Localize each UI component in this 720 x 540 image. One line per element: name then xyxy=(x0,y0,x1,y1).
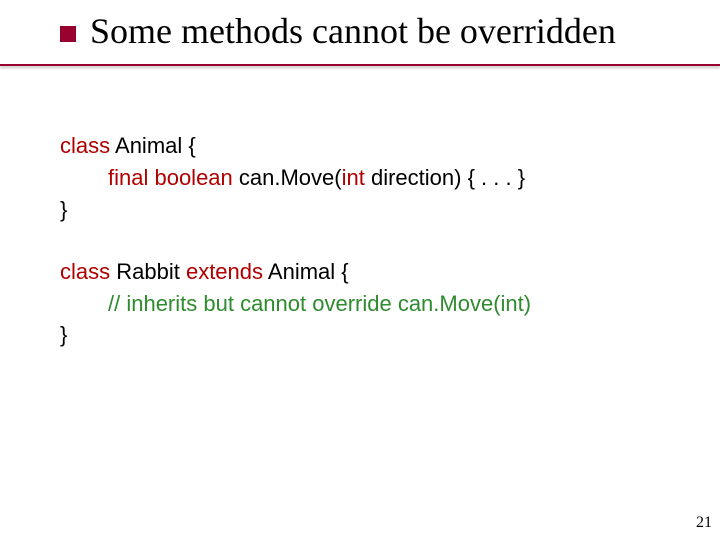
keyword-class: class xyxy=(60,133,110,158)
slide-body: class Animal { final boolean can.Move(in… xyxy=(60,130,680,381)
title-bullet-icon xyxy=(60,26,76,42)
code-text: direction) { . . . } xyxy=(365,165,525,190)
code-text: Animal { xyxy=(263,259,349,284)
title-underline xyxy=(0,64,720,66)
code-line: class Animal { xyxy=(60,130,680,162)
code-block-animal: class Animal { final boolean can.Move(in… xyxy=(60,130,680,226)
keyword-extends: extends xyxy=(186,259,263,284)
slide: Some methods cannot be overridden class … xyxy=(0,0,720,540)
keyword-int: int xyxy=(342,165,365,190)
keyword-class: class xyxy=(60,259,110,284)
page-number: 21 xyxy=(696,514,712,532)
code-text: Animal { xyxy=(110,133,196,158)
code-line: final boolean can.Move(int direction) { … xyxy=(60,162,680,194)
code-text: Rabbit xyxy=(110,259,186,284)
title-row: Some methods cannot be overridden xyxy=(60,12,700,52)
code-line: } xyxy=(60,194,680,226)
code-line: class Rabbit extends Animal { xyxy=(60,256,680,288)
keyword-final-boolean: final boolean xyxy=(108,165,233,190)
code-text: can.Move( xyxy=(233,165,342,190)
code-line: } xyxy=(60,319,680,351)
code-block-rabbit: class Rabbit extends Animal { // inherit… xyxy=(60,256,680,352)
slide-title: Some methods cannot be overridden xyxy=(90,12,616,52)
code-comment: // inherits but cannot override can.Move… xyxy=(60,288,680,320)
